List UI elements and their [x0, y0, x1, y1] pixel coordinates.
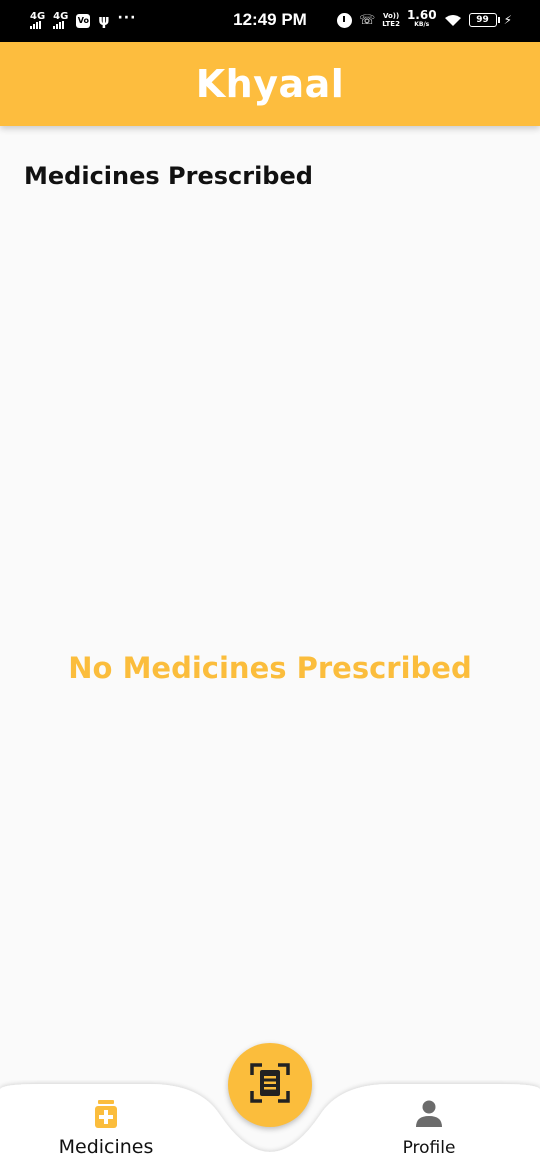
nav-item-profile[interactable]: Profile: [390, 1100, 468, 1158]
network-speed: 1.60 KB/s: [406, 8, 437, 28]
scan-prescription-button[interactable]: [228, 1043, 312, 1127]
charging-icon: ⚡: [503, 13, 512, 27]
wifi-calling-icon: ☏: [358, 12, 376, 28]
volte-lte-indicator: Vo)) LTE2: [382, 12, 400, 28]
battery-icon: 99: [468, 13, 500, 27]
nav-label-profile: Profile: [402, 1138, 456, 1158]
app-bar: Khyaal: [0, 42, 540, 126]
section-title: Medicines Prescribed: [24, 162, 313, 190]
wifi-icon: [444, 14, 462, 26]
status-right: ☏ Vo)) LTE2 1.60 KB/s 99 ⚡: [336, 8, 512, 30]
status-bar: 4G 4G Vo ψ ··· 12:49 PM ☏ Vo)) LTE2 1.60…: [0, 0, 540, 42]
nav-item-medicines[interactable]: Medicines: [56, 1100, 156, 1158]
scan-document-icon: [250, 1063, 290, 1107]
alarm-icon: [336, 12, 352, 28]
app-title: Khyaal: [195, 62, 345, 106]
medicine-icon: [95, 1100, 117, 1128]
nav-label-medicines: Medicines: [58, 1136, 154, 1158]
person-icon: [416, 1100, 442, 1128]
empty-state-message: No Medicines Prescribed: [68, 651, 472, 685]
